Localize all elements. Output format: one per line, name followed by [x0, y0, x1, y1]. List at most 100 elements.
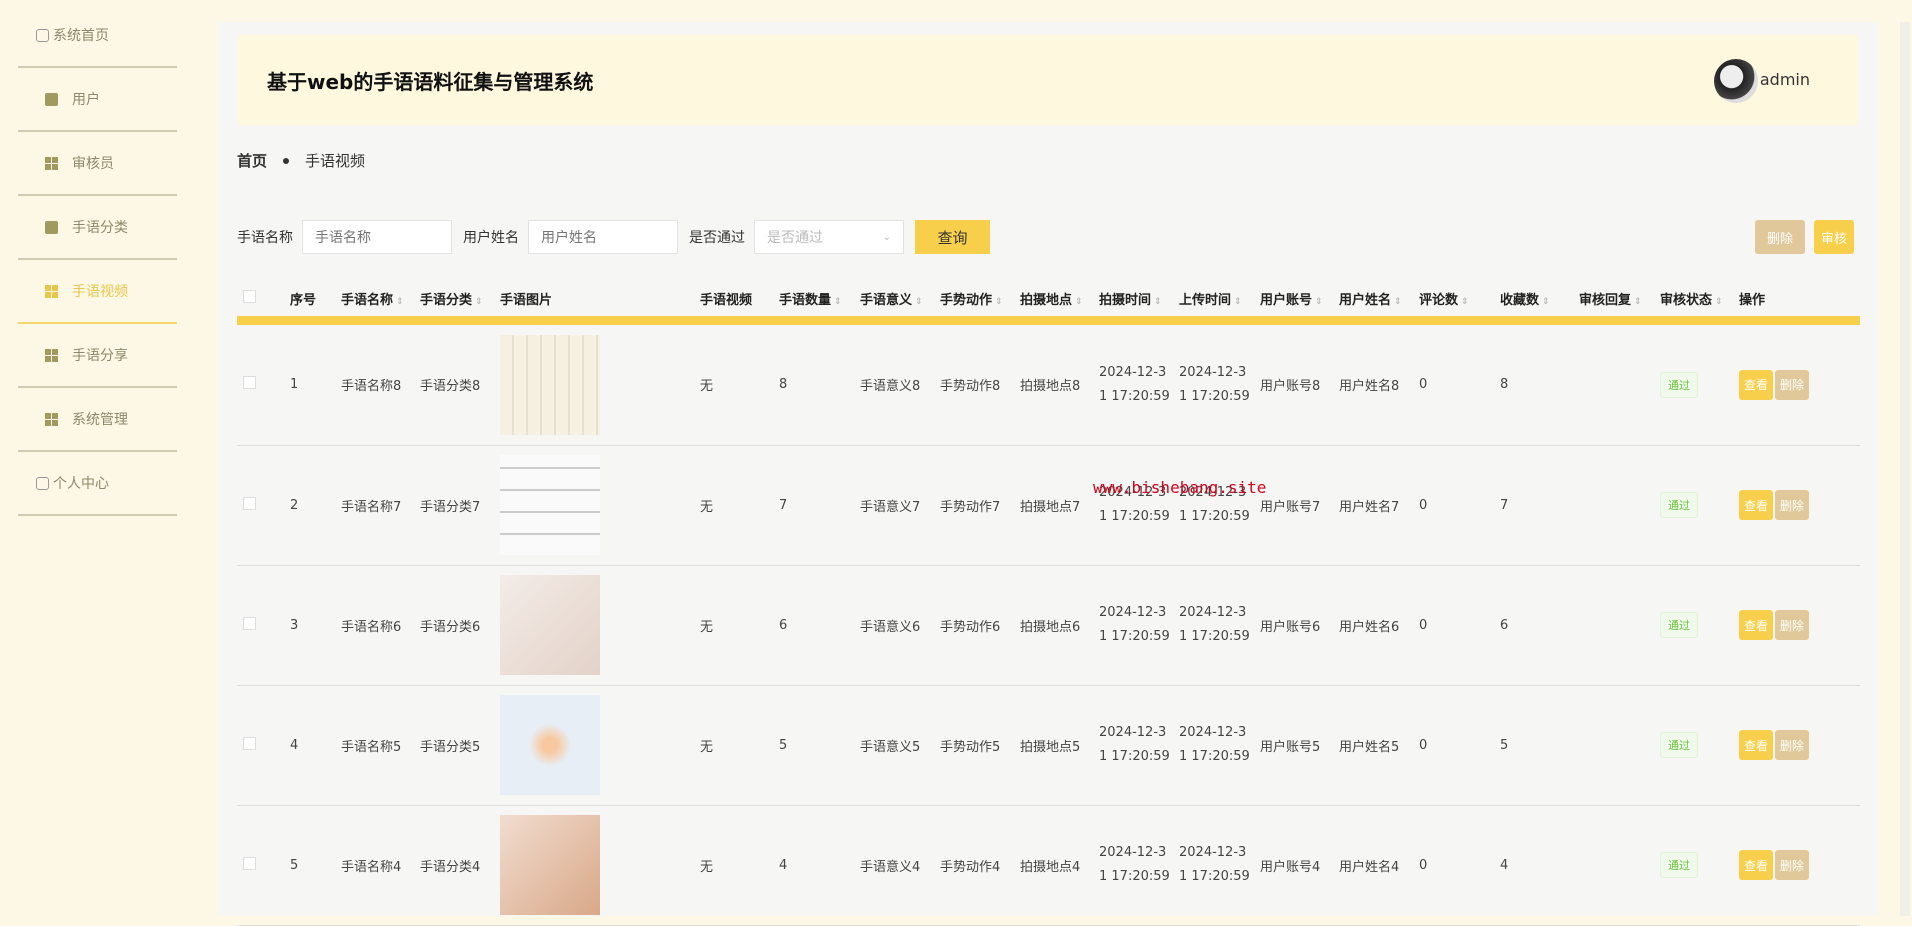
name-label: 手语名称	[237, 230, 293, 246]
query-button[interactable]: 查询	[915, 220, 990, 254]
table-cell: 手势动作4	[940, 805, 1020, 926]
batch-review-button[interactable]: 审核	[1814, 220, 1854, 254]
column-header[interactable]: 手势动作 ⇕	[940, 280, 1020, 316]
sort-icon[interactable]: ⇕	[475, 297, 483, 307]
column-header-label: 用户账号	[1260, 292, 1313, 308]
sort-icon[interactable]: ⇕	[1461, 297, 1469, 307]
scrollbar[interactable]	[1900, 22, 1910, 916]
column-header[interactable]: 拍摄时间 ⇕	[1099, 280, 1179, 316]
table-cell: 拍摄地点7	[1020, 445, 1099, 566]
user-account: 用户账号6	[1260, 619, 1321, 635]
delete-button[interactable]: 删除	[1775, 490, 1809, 520]
select-all-checkbox[interactable]	[243, 289, 256, 303]
delete-button[interactable]: 删除	[1775, 610, 1809, 640]
sidebar-item-3[interactable]: 手语分类	[18, 196, 177, 260]
column-header-label: 序号	[290, 292, 317, 308]
column-header[interactable]: 审核状态 ⇕	[1660, 280, 1739, 316]
username[interactable]: admin	[1760, 70, 1810, 89]
sign-image[interactable]	[500, 334, 600, 435]
sidebar-item-7[interactable]: 个人中心	[18, 452, 177, 516]
column-header[interactable]: 收藏数 ⇕	[1500, 280, 1579, 316]
column-header[interactable]: 手语意义 ⇕	[860, 280, 940, 316]
column-header[interactable]: 评论数 ⇕	[1419, 280, 1500, 316]
row-checkbox[interactable]	[243, 856, 256, 870]
shoot-time-rest: 1 17:20:59	[1099, 869, 1170, 884]
table-cell: 通过	[1660, 565, 1739, 686]
table-cell: 手势动作7	[940, 445, 1020, 566]
sidebar-item-label: 手语分享	[72, 348, 128, 364]
grid-icon	[45, 156, 58, 170]
sign-image[interactable]	[500, 815, 600, 915]
column-header[interactable]: 用户姓名 ⇕	[1339, 280, 1419, 316]
sort-icon[interactable]: ⇕	[1154, 297, 1162, 307]
sidebar-item-label: 个人中心	[53, 476, 109, 492]
table-cell: 手语名称8	[341, 325, 420, 446]
sidebar-item-1[interactable]: 用户	[18, 68, 177, 132]
sidebar-item-4[interactable]: 手语视频	[18, 260, 177, 324]
column-header[interactable]: 审核回复 ⇕	[1579, 280, 1660, 316]
view-button[interactable]: 查看	[1739, 610, 1773, 640]
view-button[interactable]: 查看	[1739, 730, 1773, 760]
clipboard-icon	[45, 92, 58, 106]
table-cell	[500, 685, 700, 806]
sort-icon[interactable]: ⇕	[1075, 297, 1083, 307]
sign-image[interactable]	[500, 455, 600, 555]
table-cell: 手势动作5	[940, 685, 1020, 806]
shoot-time-rest: 1 17:20:59	[1099, 388, 1170, 404]
shoot-place: 拍摄地点8	[1020, 379, 1081, 395]
sidebar-item-2[interactable]: 审核员	[18, 132, 177, 196]
row-checkbox[interactable]	[243, 496, 256, 510]
sort-icon[interactable]: ⇕	[1394, 297, 1402, 307]
sign-meaning: 手语意义8	[860, 379, 921, 395]
row-checkbox[interactable]	[243, 616, 256, 630]
user-input[interactable]	[528, 220, 678, 254]
table-row: 1 手语名称8 手语分类8 无 8 手语意义8 手势动作8 拍摄地点8 2024-12-3 1 1…	[237, 325, 1860, 446]
sort-icon[interactable]: ⇕	[1634, 297, 1642, 307]
shoot-time-rest: 1 17:20:59	[1099, 749, 1170, 764]
sign-image[interactable]	[500, 695, 600, 795]
sort-icon[interactable]: ⇕	[1542, 297, 1550, 307]
column-header[interactable]: 手语分类 ⇕	[420, 280, 500, 316]
sign-name: 手语名称7	[341, 499, 402, 515]
delete-button[interactable]: 删除	[1775, 730, 1809, 760]
column-header-label: 审核状态	[1660, 292, 1713, 308]
delete-button[interactable]: 删除	[1775, 369, 1809, 400]
sort-icon[interactable]: ⇕	[1234, 297, 1242, 307]
sign-video: 无	[700, 499, 714, 515]
avatar[interactable]	[1714, 59, 1758, 103]
view-button[interactable]: 查看	[1739, 490, 1773, 520]
sort-icon[interactable]: ⇕	[995, 297, 1003, 307]
column-header[interactable]: 上传时间 ⇕	[1179, 280, 1260, 316]
row-checkbox[interactable]	[243, 376, 256, 390]
sort-icon[interactable]: ⇕	[1715, 297, 1723, 307]
sort-icon[interactable]: ⇕	[1315, 297, 1323, 307]
user-name: 用户姓名5	[1339, 739, 1400, 755]
view-button[interactable]: 查看	[1739, 369, 1773, 400]
table-cell: 用户账号4	[1260, 805, 1339, 926]
sidebar-item-5[interactable]: 手语分享	[18, 324, 177, 388]
pass-select[interactable]: 是否通过 ⌄	[754, 220, 904, 254]
breadcrumb-home[interactable]: 首页	[237, 150, 267, 171]
sort-icon[interactable]: ⇕	[834, 297, 842, 307]
sort-icon[interactable]: ⇕	[915, 297, 923, 307]
user-name: 用户姓名8	[1339, 379, 1400, 395]
column-header[interactable]: 手语名称 ⇕	[341, 280, 420, 316]
batch-delete-button[interactable]: 删除	[1755, 220, 1805, 254]
view-button[interactable]: 查看	[1739, 850, 1773, 880]
column-header[interactable]: 用户账号 ⇕	[1260, 280, 1339, 316]
name-input[interactable]	[302, 220, 452, 254]
column-header[interactable]: 拍摄地点 ⇕	[1020, 280, 1099, 316]
row-checkbox[interactable]	[243, 736, 256, 750]
sidebar-item-6[interactable]: 系统管理	[18, 388, 177, 452]
sign-image[interactable]	[500, 575, 600, 675]
shoot-place: 拍摄地点7	[1020, 499, 1081, 515]
table-cell: 6	[779, 565, 860, 686]
main-panel: 基于web的手语语料征集与管理系统 admin 首页 手语视频 手语名称 用户姓…	[218, 22, 1878, 926]
comment-count: 0	[1419, 377, 1428, 393]
sign-count: 7	[779, 497, 788, 513]
sidebar-item-0[interactable]: 系统首页	[18, 4, 177, 68]
delete-button[interactable]: 删除	[1775, 850, 1809, 880]
table-cell: 2024-12-3 1 17:20:59	[1179, 325, 1260, 446]
column-header[interactable]: 手语数量 ⇕	[779, 280, 860, 316]
sort-icon[interactable]: ⇕	[396, 297, 404, 307]
